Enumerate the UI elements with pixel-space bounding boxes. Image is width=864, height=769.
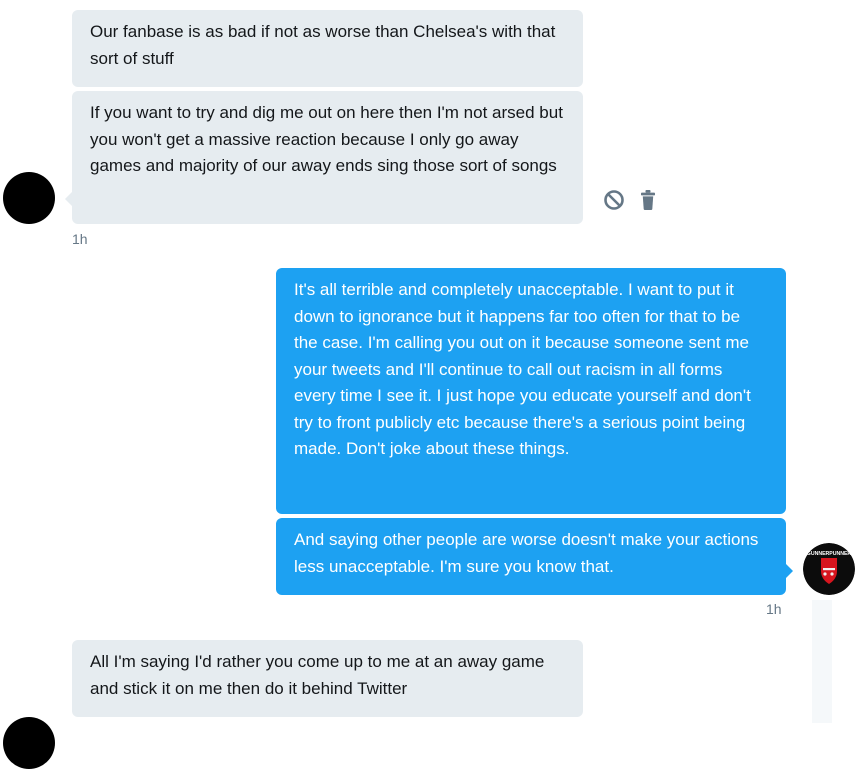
message-bubble-incoming[interactable]: If you want to try and dig me out on her… bbox=[72, 91, 583, 224]
avatar-logo-text: GUNNERPUNNER bbox=[807, 551, 852, 557]
block-icon[interactable] bbox=[603, 189, 625, 216]
message-bubble-outgoing[interactable]: And saying other people are worse doesn'… bbox=[276, 518, 786, 595]
scroll-gutter bbox=[812, 600, 832, 723]
bubble-tail bbox=[786, 564, 793, 578]
message-text: All I'm saying I'd rather you come up to… bbox=[90, 652, 545, 698]
avatar[interactable]: GUNNERPUNNER bbox=[803, 543, 855, 595]
message-text: And saying other people are worse doesn'… bbox=[294, 530, 759, 576]
message-bubble-incoming[interactable]: All I'm saying I'd rather you come up to… bbox=[72, 640, 583, 717]
message-bubble-incoming[interactable]: Our fanbase is as bad if not as worse th… bbox=[72, 10, 583, 87]
message-text: It's all terrible and completely unaccep… bbox=[294, 280, 751, 458]
trash-icon[interactable] bbox=[640, 189, 656, 216]
avatar[interactable] bbox=[3, 717, 55, 769]
message-text: Our fanbase is as bad if not as worse th… bbox=[90, 22, 556, 68]
avatar[interactable] bbox=[3, 172, 55, 224]
message-timestamp: 1h bbox=[72, 231, 88, 247]
message-bubble-outgoing[interactable]: It's all terrible and completely unaccep… bbox=[276, 268, 786, 514]
message-timestamp: 1h bbox=[766, 601, 782, 617]
message-text: If you want to try and dig me out on her… bbox=[90, 103, 563, 175]
bubble-tail bbox=[65, 192, 72, 206]
